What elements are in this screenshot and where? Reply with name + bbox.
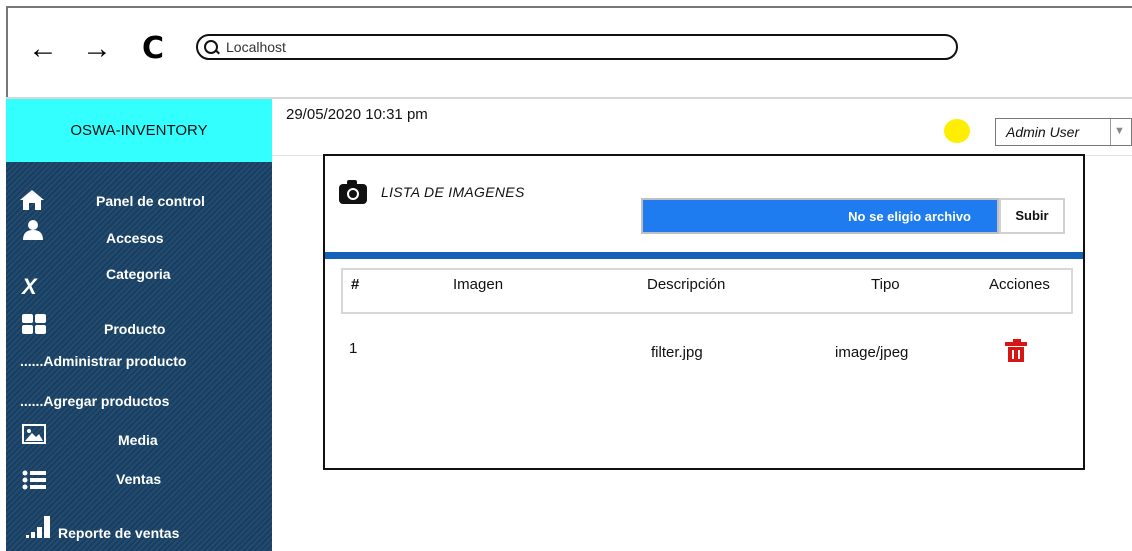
address-text: Localhost: [226, 39, 286, 55]
app-brand[interactable]: OSWA-INVENTORY: [6, 99, 272, 162]
address-bar[interactable]: Localhost: [196, 34, 958, 60]
sidebar-item-categoria[interactable]: Categoria: [106, 266, 171, 282]
forward-icon[interactable]: →: [82, 34, 112, 64]
sidebar-item-ventas[interactable]: Ventas: [116, 471, 161, 487]
row-description: filter.jpg: [651, 344, 703, 361]
back-icon[interactable]: ←: [28, 34, 58, 64]
row-number: 1: [349, 340, 358, 357]
sidebar: Panel de control Accesos X Categoria Pro…: [6, 162, 272, 551]
file-input[interactable]: No se eligio archivo: [641, 198, 999, 234]
sidebar-item-producto[interactable]: Producto: [104, 321, 165, 337]
row-type: image/jpeg: [835, 344, 909, 361]
panel-title: LISTA DE IMAGENES: [381, 184, 525, 200]
reload-icon[interactable]: C: [142, 34, 164, 64]
home-icon: [20, 190, 44, 210]
column-header-descripcion: Descripción: [647, 276, 726, 293]
sidebar-item-accesos[interactable]: Accesos: [106, 230, 164, 246]
sidebar-item-media[interactable]: Media: [118, 432, 158, 448]
sidebar-item-administrar-producto[interactable]: ......Administrar producto: [20, 353, 186, 369]
delete-trash-icon[interactable]: [1005, 339, 1027, 362]
column-header-number: #: [351, 276, 360, 293]
search-icon: [204, 40, 218, 54]
signal-bars-icon: [26, 516, 50, 538]
panel-divider: [325, 252, 1083, 259]
column-header-imagen: Imagen: [453, 276, 504, 293]
status-indicator: [944, 119, 970, 143]
dropdown-separator: [1110, 119, 1111, 145]
sidebar-item-agregar-productos[interactable]: ......Agregar productos: [20, 393, 169, 409]
user-icon: [23, 220, 43, 240]
datetime-label: 29/05/2020 10:31 pm: [286, 106, 428, 123]
sidebar-item-panel-de-control[interactable]: Panel de control: [96, 193, 205, 209]
sidebar-item-reporte-de-ventas[interactable]: Reporte de ventas: [58, 525, 179, 541]
user-menu-dropdown[interactable]: Admin User ▼: [995, 118, 1132, 146]
grid-icon: [22, 314, 46, 334]
chevron-down-icon[interactable]: ▼: [1114, 125, 1125, 137]
column-header-acciones: Acciones: [989, 276, 1050, 293]
list-icon: [22, 470, 46, 490]
image-icon: [22, 424, 46, 444]
file-input-label: No se eligio archivo: [848, 209, 971, 224]
upload-button[interactable]: Subir: [999, 198, 1065, 234]
user-name: Admin User: [1006, 124, 1080, 140]
xing-icon: X: [22, 274, 37, 299]
images-panel: LISTA DE IMAGENES No se eligio archivo S…: [323, 154, 1085, 470]
camera-icon: [339, 180, 367, 204]
column-header-tipo: Tipo: [871, 276, 900, 293]
